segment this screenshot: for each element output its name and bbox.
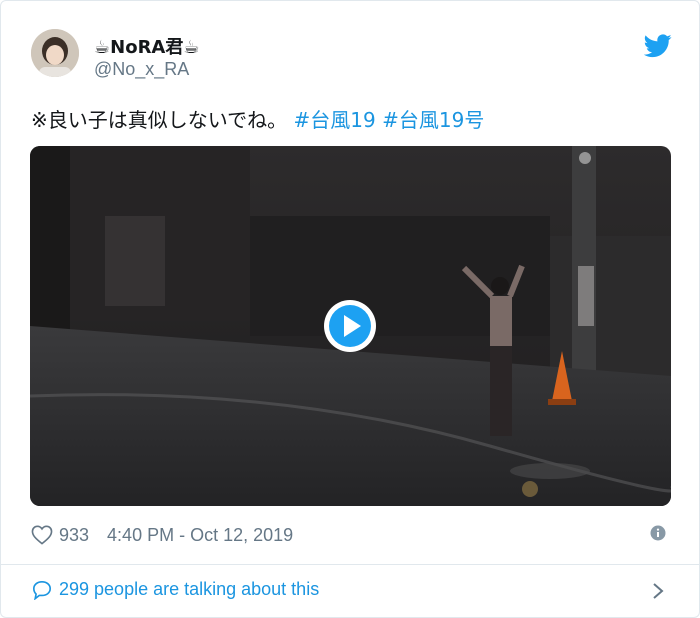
twitter-bird-icon[interactable] (643, 34, 672, 58)
chevron-right-icon[interactable] (651, 581, 665, 601)
display-name[interactable]: ☕NoRA君☕ (94, 33, 200, 59)
tweet-body: ※良い子は真似しないでね。 (31, 108, 288, 132)
conversation-link[interactable]: 299 people are talking about this (31, 579, 319, 600)
hashtag-link[interactable]: #台風19号 (382, 108, 484, 132)
avatar[interactable] (31, 29, 79, 77)
hashtag-link[interactable]: #台風19 (294, 108, 376, 132)
user-handle[interactable]: @No_x_RA (94, 59, 189, 80)
timestamp[interactable]: 4:40 PM - Oct 12, 2019 (107, 525, 293, 546)
info-icon[interactable] (650, 525, 666, 541)
talking-count[interactable]: 299 people are talking about this (59, 579, 319, 600)
heart-icon[interactable] (31, 525, 53, 545)
like-count[interactable]: 933 (59, 525, 89, 546)
tweet-card: ☕NoRA君☕ @No_x_RA ※良い子は真似しないでね。 #台風19 #台風… (0, 0, 700, 618)
play-icon[interactable] (322, 298, 378, 354)
speech-bubble-icon (32, 580, 52, 600)
divider (1, 564, 699, 565)
tweet-text: ※良い子は真似しないでね。 #台風19 #台風19号 (31, 104, 484, 133)
tweet-meta: 933 4:40 PM - Oct 12, 2019 (31, 523, 293, 547)
